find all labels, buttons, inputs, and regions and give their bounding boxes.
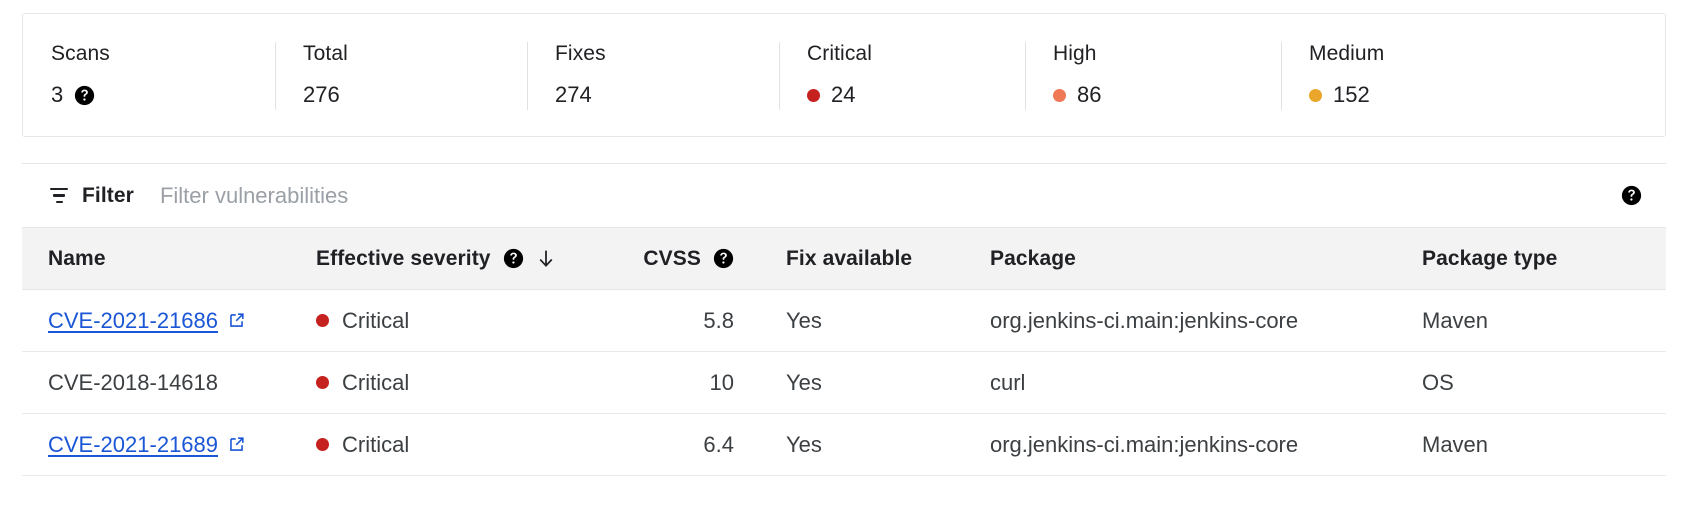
- stat-label: Medium: [1309, 42, 1385, 65]
- column-header-inner: Name: [48, 247, 290, 271]
- stat-critical: Critical 24: [779, 14, 1025, 136]
- stat-medium: Medium 152: [1281, 14, 1531, 136]
- stat-label: Critical: [807, 42, 872, 65]
- cell-fix-available: Yes: [760, 289, 964, 352]
- sort-descending-icon[interactable]: [536, 248, 556, 270]
- cell-package: org.jenkins-ci.main:jenkins-core: [964, 289, 1396, 352]
- stat-value-row: 24: [807, 81, 1025, 109]
- stat-value: 152: [1333, 82, 1370, 107]
- cell-name: CVE-2021-21689: [22, 413, 290, 476]
- column-header-inner: Package type: [1422, 247, 1666, 271]
- stat-value: 274: [555, 82, 592, 107]
- cell-package: org.jenkins-ci.main:jenkins-core: [964, 413, 1396, 476]
- cell-package: curl: [964, 351, 1396, 414]
- vulnerabilities-table: Name Effective severity CVSS Fix available P…: [22, 227, 1666, 476]
- help-icon[interactable]: [74, 85, 95, 106]
- column-header-label: Package type: [1422, 246, 1558, 270]
- column-header-inner: Package: [990, 247, 1396, 271]
- cve-name-wrapper: CVE-2018-14618: [48, 370, 290, 396]
- severity-label: Critical: [342, 431, 410, 457]
- table-body: CVE-2021-21686 Critical 5.8 Yes org.jenkins-…: [22, 289, 1666, 476]
- stat-high: High 86: [1025, 14, 1281, 136]
- vulnerability-scan-panel: Scans 3 Total 276 Fixes 274 Critical 24 High 86 Me…: [0, 0, 1688, 516]
- column-header-name[interactable]: Name: [22, 227, 290, 290]
- stat-label: Total: [303, 42, 348, 65]
- severity-label: Critical: [342, 369, 410, 395]
- stat-label: Fixes: [555, 42, 606, 65]
- table-row[interactable]: CVE-2021-21686 Critical 5.8 Yes org.jenkins-…: [22, 289, 1666, 352]
- help-icon[interactable]: [1621, 185, 1642, 206]
- external-link-icon[interactable]: [227, 435, 246, 454]
- severity-wrapper: Critical: [316, 432, 624, 458]
- column-header-inner: Fix available: [786, 247, 964, 271]
- cell-cvss: 10: [624, 351, 760, 414]
- filter-input[interactable]: [159, 175, 1621, 216]
- severity-wrapper: Critical: [316, 308, 624, 334]
- cell-effective-severity: Critical: [290, 351, 624, 414]
- external-link-icon[interactable]: [227, 311, 246, 330]
- stat-value-row: 276: [303, 81, 527, 109]
- column-header-inner: CVSS: [643, 247, 760, 271]
- severity-dot-high: [1053, 88, 1066, 102]
- cell-effective-severity: Critical: [290, 413, 624, 476]
- stat-value-row: 3: [51, 81, 275, 109]
- stat-value-row: 86: [1053, 81, 1281, 109]
- stat-scans: Scans 3: [23, 14, 275, 136]
- cve-text: CVE-2018-14618: [48, 369, 219, 395]
- stat-value-row: 152: [1309, 81, 1531, 109]
- table-row[interactable]: CVE-2021-21689 Critical 6.4 Yes org.jenkins-…: [22, 413, 1666, 476]
- cell-name: CVE-2018-14618: [22, 351, 290, 414]
- help-icon[interactable]: [713, 248, 734, 269]
- table-header: Name Effective severity CVSS Fix available P…: [22, 227, 1666, 290]
- cve-name-wrapper: CVE-2021-21689: [48, 432, 290, 458]
- cve-link[interactable]: CVE-2021-21689: [48, 432, 218, 458]
- filter-button[interactable]: Filter: [48, 184, 134, 208]
- cell-cvss: 6.4: [624, 413, 760, 476]
- column-header-package[interactable]: Package: [964, 227, 1396, 290]
- column-header-inner: Effective severity: [316, 247, 624, 271]
- cell-fix-available: Yes: [760, 351, 964, 414]
- severity-dot: [316, 376, 329, 389]
- filter-bar: Filter: [22, 163, 1666, 227]
- cell-name: CVE-2021-21686: [22, 289, 290, 352]
- filter-button-label: Filter: [82, 183, 134, 207]
- column-header-package-type[interactable]: Package type: [1396, 227, 1666, 290]
- cell-package-type: Maven: [1396, 289, 1666, 352]
- cell-package-type: OS: [1396, 351, 1666, 414]
- cve-name-wrapper: CVE-2021-21686: [48, 308, 290, 334]
- severity-wrapper: Critical: [316, 370, 624, 396]
- help-icon[interactable]: [503, 248, 524, 269]
- filter-icon: [48, 185, 70, 207]
- stat-value: 276: [303, 82, 340, 107]
- column-header-label: Package: [990, 246, 1076, 270]
- severity-label: Critical: [342, 307, 410, 333]
- cell-fix-available: Yes: [760, 413, 964, 476]
- table-row[interactable]: CVE-2018-14618 Critical 10 Yes curl OS: [22, 351, 1666, 414]
- stat-value: 24: [831, 82, 856, 107]
- severity-dot: [316, 438, 329, 451]
- stat-total: Total 276: [275, 14, 527, 136]
- column-header-label: Fix available: [786, 246, 913, 270]
- stat-label: High: [1053, 42, 1097, 65]
- severity-dot: [316, 314, 329, 327]
- severity-dot-medium: [1309, 88, 1322, 102]
- severity-dot-critical: [807, 88, 820, 102]
- column-header-label: Name: [48, 246, 106, 270]
- stat-value: 3: [51, 82, 64, 107]
- cve-link[interactable]: CVE-2021-21686: [48, 308, 218, 334]
- column-header-cvss[interactable]: CVSS: [624, 227, 760, 290]
- stat-value: 86: [1077, 82, 1102, 107]
- column-header-label: Effective severity: [316, 246, 491, 270]
- cell-cvss: 5.8: [624, 289, 760, 352]
- column-header-effective-severity[interactable]: Effective severity: [290, 227, 624, 290]
- scan-summary-card: Scans 3 Total 276 Fixes 274 Critical 24 High 86 Me…: [22, 13, 1666, 137]
- stat-fixes: Fixes 274: [527, 14, 779, 136]
- table-header-row: Name Effective severity CVSS Fix available P…: [22, 227, 1666, 290]
- stat-value-row: 274: [555, 81, 779, 109]
- cell-package-type: Maven: [1396, 413, 1666, 476]
- column-header-label: CVSS: [643, 246, 701, 270]
- stat-label: Scans: [51, 42, 110, 65]
- cell-effective-severity: Critical: [290, 289, 624, 352]
- column-header-fix-available[interactable]: Fix available: [760, 227, 964, 290]
